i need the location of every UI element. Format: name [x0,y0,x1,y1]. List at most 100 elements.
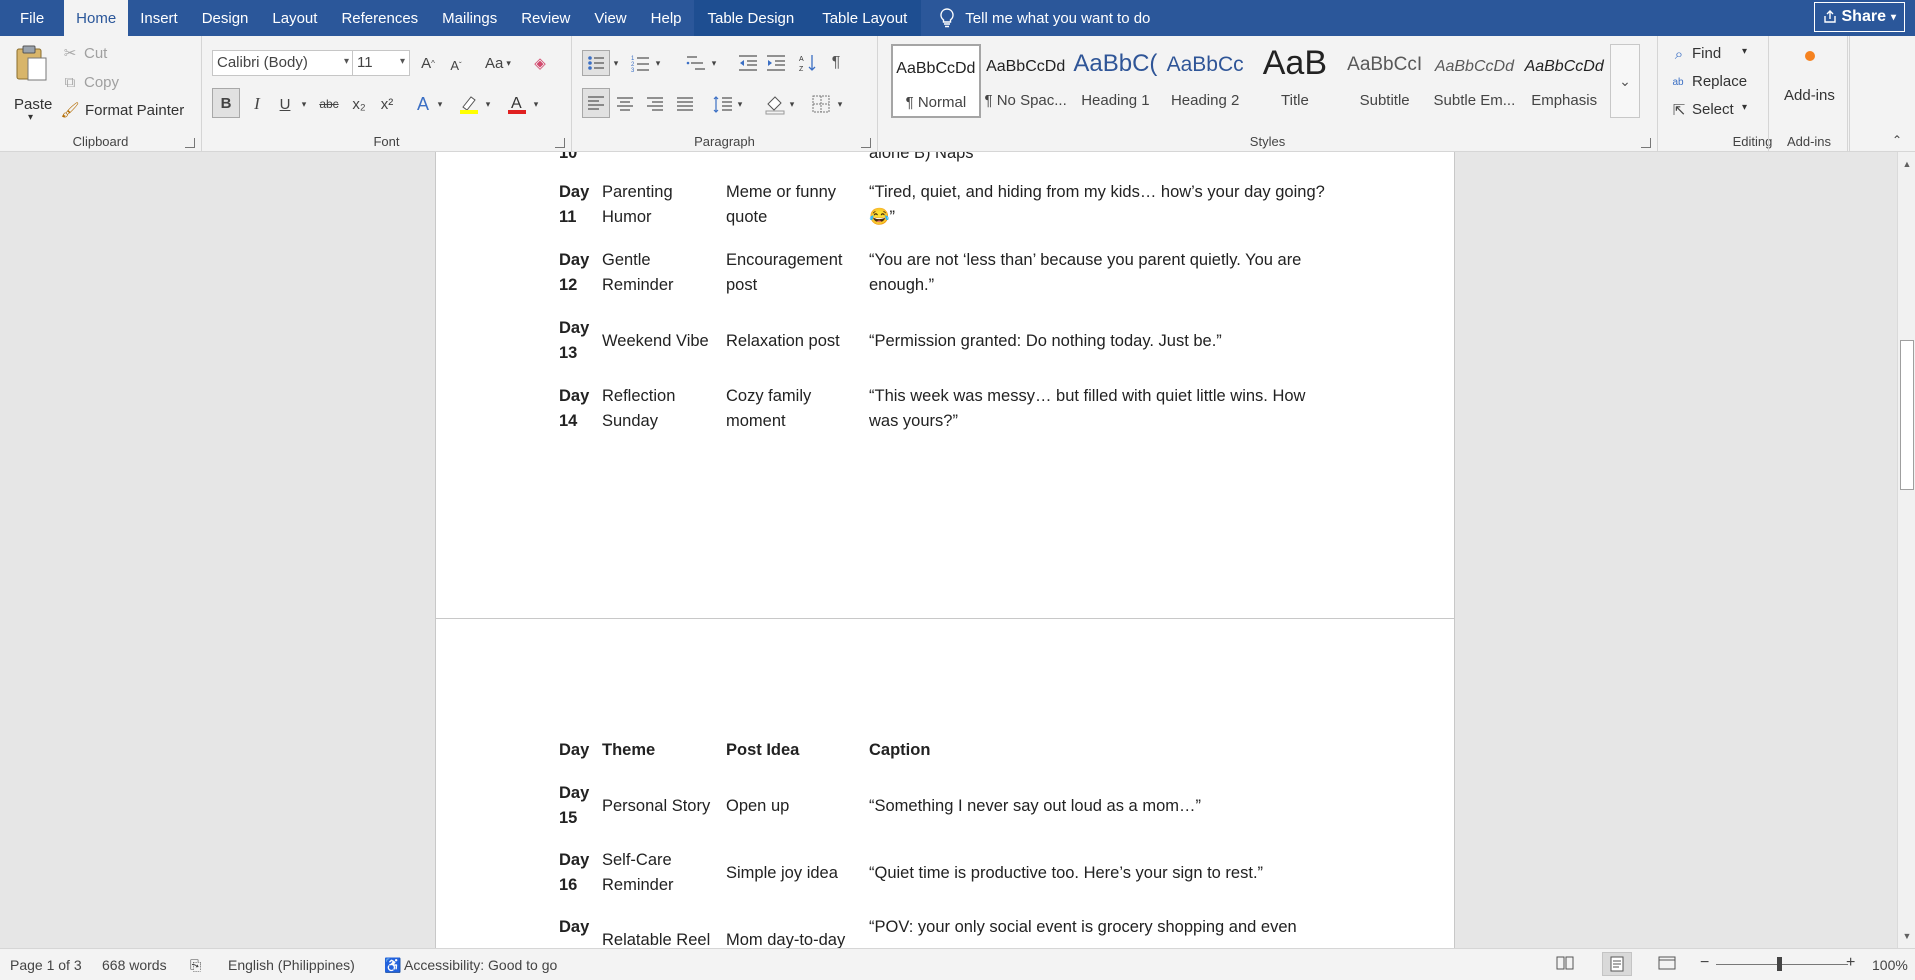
read-mode-icon[interactable] [1556,955,1574,974]
zoom-level[interactable]: 100% [1872,957,1908,973]
zoom-slider-handle[interactable] [1777,957,1782,971]
show-formatting-icon[interactable]: ¶ [824,50,848,76]
styles-more-button[interactable]: ⌄ [1610,44,1640,118]
italic-button[interactable]: I [244,90,270,118]
style-heading-2[interactable]: AaBbCc Heading 2 [1160,44,1250,118]
select-button[interactable]: Select [1692,101,1734,118]
bold-button[interactable]: B [212,88,240,118]
page-count[interactable]: Page 1 of 3 [10,957,82,973]
sort-icon[interactable]: AZ [796,50,820,76]
chevron-down-icon[interactable]: ▾ [708,50,720,76]
shrink-font-icon[interactable]: Aˇ [444,53,468,77]
zoom-out-icon[interactable]: − [1700,954,1709,972]
highlight-icon[interactable] [456,90,482,118]
style-subtle-emphasis[interactable]: AaBbCcDd Subtle Em... [1430,44,1520,118]
cut-button[interactable]: Cut [84,45,107,62]
chevron-down-icon: ▾ [1890,11,1896,23]
increase-indent-icon[interactable] [764,50,788,76]
style-name: ¶ Normal [905,94,967,111]
font-name-combo[interactable]: Calibri (Body) ▾ [212,50,354,76]
addins-button[interactable]: Add-ins [1769,44,1851,114]
styles-launcher[interactable] [1641,138,1651,148]
align-center-icon[interactable] [612,90,638,118]
text-effects-icon[interactable]: A [410,90,436,118]
style-normal[interactable]: AaBbCcDd ¶ Normal [891,44,981,118]
chevron-down-icon[interactable]: ▾ [1742,46,1747,57]
numbering-icon[interactable]: 123 [628,50,652,76]
chevron-down-icon[interactable]: ▾ [482,90,494,118]
zoom-slider[interactable] [1716,964,1848,965]
chevron-down-icon[interactable]: ▾ [734,90,746,118]
bullets-button[interactable] [582,50,610,76]
line-spacing-icon[interactable] [710,90,736,118]
lightbulb-icon [940,8,955,28]
align-left-button[interactable] [582,88,610,118]
style-subtitle[interactable]: AaBbCcI Subtitle [1340,44,1430,118]
multilevel-list-icon[interactable] [684,50,708,76]
font-size-combo[interactable]: 11 ▾ [352,50,410,76]
print-layout-icon[interactable] [1602,952,1632,976]
style-emphasis[interactable]: AaBbCcDd Emphasis [1519,44,1609,118]
tab-help[interactable]: Help [639,0,694,36]
style-heading-1[interactable]: AaBbC( Heading 1 [1071,44,1161,118]
chevron-down-icon[interactable]: ▾ [834,90,846,118]
scroll-down-icon[interactable]: ▼ [1899,928,1915,944]
find-button[interactable]: Find [1692,45,1721,62]
chevron-down-icon[interactable]: ▾ [786,90,798,118]
style-name: Heading 2 [1170,92,1240,109]
tab-layout[interactable]: Layout [260,0,329,36]
justify-icon[interactable] [672,90,698,118]
decrease-indent-icon[interactable] [736,50,760,76]
word-count[interactable]: 668 words [102,957,167,973]
tab-file[interactable]: File [0,0,64,36]
shading-icon[interactable] [762,90,788,118]
align-right-icon[interactable] [642,90,668,118]
web-layout-icon[interactable] [1658,955,1676,974]
tab-table-design[interactable]: Table Design [693,0,809,36]
format-painter-button[interactable]: Format Painter [85,102,184,119]
proofing-icon[interactable]: ⎘ [190,957,201,974]
superscript-button[interactable]: x² [374,90,400,118]
zoom-in-icon[interactable]: + [1846,954,1855,972]
grow-font-icon[interactable]: A ^ [416,51,440,75]
chevron-down-icon[interactable]: ▾ [652,50,664,76]
tab-review[interactable]: Review [509,0,582,36]
tab-view[interactable]: View [582,0,638,36]
clipboard-launcher[interactable] [185,138,195,148]
chevron-down-icon[interactable]: ▾ [1742,102,1747,113]
menu-bar: File Home Insert Design Layout Reference… [0,0,1915,36]
paste-button[interactable]: Paste ▾ [8,44,56,124]
clear-formatting-icon[interactable]: ◈ [528,51,552,75]
strikethrough-button[interactable]: abc [314,90,344,118]
chevron-down-icon[interactable]: ▾ [434,90,446,118]
chevron-down-icon: ⌄ [1619,72,1631,89]
paragraph-launcher[interactable] [861,138,871,148]
tab-references[interactable]: References [329,0,430,36]
font-color-icon[interactable]: A [504,90,530,118]
chevron-down-icon[interactable]: ▾ [298,90,310,118]
style-no-spacing[interactable]: AaBbCcDd ¶ No Spac... [981,44,1071,118]
vertical-scrollbar[interactable]: ▲ ▼ [1897,152,1915,948]
underline-button[interactable]: U [272,90,298,118]
copy-button[interactable]: Copy [84,74,119,91]
tab-insert[interactable]: Insert [128,0,190,36]
tab-table-layout[interactable]: Table Layout [808,0,922,36]
font-launcher[interactable] [555,138,565,148]
tell-me-search[interactable]: Tell me what you want to do [939,8,1150,28]
language-status[interactable]: English (Philippines) [228,957,355,973]
style-title[interactable]: AaB Title [1250,44,1340,118]
subscript-button[interactable]: x₂ [346,90,372,118]
change-case-button[interactable]: Aa ▾ [480,51,516,75]
collapse-ribbon-icon[interactable]: ⌃ [1888,132,1906,148]
tab-design[interactable]: Design [190,0,261,36]
borders-icon[interactable] [808,90,834,118]
chevron-down-icon[interactable]: ▾ [610,50,622,76]
share-button[interactable]: Share ▾ [1813,2,1905,32]
tab-home[interactable]: Home [64,0,129,36]
chevron-down-icon[interactable]: ▾ [530,90,542,118]
tab-mailings[interactable]: Mailings [430,0,509,36]
scroll-up-icon[interactable]: ▲ [1899,156,1915,172]
scroll-thumb[interactable] [1900,340,1914,490]
replace-button[interactable]: Replace [1692,73,1747,90]
accessibility-status[interactable]: Accessibility: Good to go [404,957,557,973]
